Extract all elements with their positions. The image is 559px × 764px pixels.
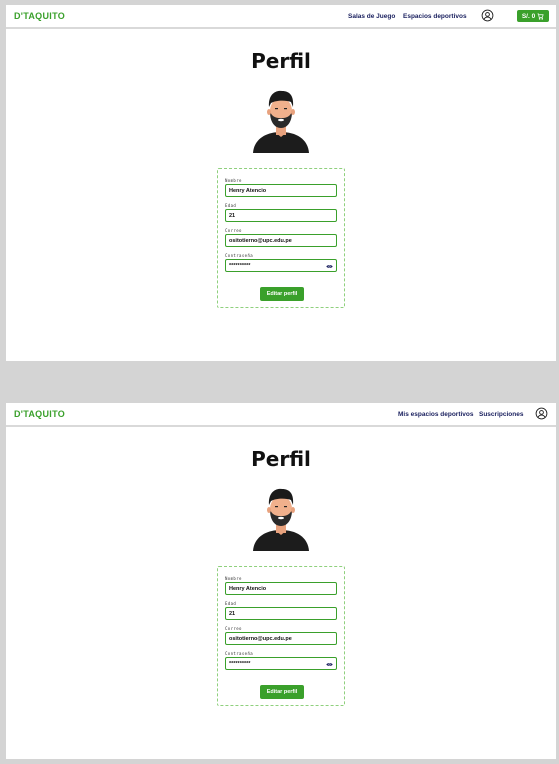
- profile-screen-owner: D'TAQUITO Mis espacios deportivos Suscri…: [6, 403, 556, 759]
- nav-link-suscripciones[interactable]: Suscripciones: [479, 411, 523, 418]
- email-label: Correo: [225, 228, 242, 233]
- logo[interactable]: D'TAQUITO: [14, 409, 65, 419]
- logo[interactable]: D'TAQUITO: [14, 11, 65, 21]
- email-value: ositotierno@upc.edu.pe: [229, 635, 292, 642]
- password-field[interactable]: **********: [225, 657, 337, 670]
- name-field[interactable]: Henry Atencio: [225, 582, 337, 595]
- edit-profile-button[interactable]: Editar perfil: [260, 685, 304, 699]
- age-label: Edad: [225, 601, 237, 606]
- email-field[interactable]: ositotierno@upc.edu.pe: [225, 632, 337, 645]
- name-label: Nombre: [225, 178, 242, 183]
- password-field[interactable]: **********: [225, 259, 337, 272]
- profile-form: Nombre Henry Atencio Edad 21 Correo osit…: [217, 566, 345, 706]
- navbar: D'TAQUITO Salas de Juego Espacios deport…: [6, 5, 556, 29]
- name-value: Henry Atencio: [229, 187, 267, 194]
- user-circle-icon[interactable]: [535, 407, 548, 420]
- age-value: 21: [229, 212, 236, 219]
- nav-link-mis-espacios-deportivos[interactable]: Mis espacios deportivos: [398, 411, 474, 418]
- bearded-man-avatar: [248, 87, 314, 153]
- cart-icon: [537, 13, 544, 20]
- age-label: Edad: [225, 203, 237, 208]
- name-value: Henry Atencio: [229, 585, 267, 592]
- nav-link-salas-de-juego[interactable]: Salas de Juego: [348, 13, 395, 20]
- navbar: D'TAQUITO Mis espacios deportivos Suscri…: [6, 403, 556, 427]
- cart-button[interactable]: S/. 0: [517, 10, 549, 22]
- profile-form: Nombre Henry Atencio Edad 21 Correo osit…: [217, 168, 345, 308]
- name-field[interactable]: Henry Atencio: [225, 184, 337, 197]
- password-value: **********: [229, 660, 251, 667]
- email-label: Correo: [225, 626, 242, 631]
- password-label: Contraseña: [225, 253, 254, 258]
- cart-total: S/. 0: [521, 12, 536, 20]
- eye-icon[interactable]: [326, 661, 333, 668]
- name-label: Nombre: [225, 576, 242, 581]
- profile-screen-user: D'TAQUITO Salas de Juego Espacios deport…: [6, 5, 556, 361]
- user-circle-icon[interactable]: [481, 9, 494, 22]
- age-field[interactable]: 21: [225, 209, 337, 222]
- page-title: Perfil: [251, 49, 311, 73]
- page-title: Perfil: [251, 447, 311, 471]
- nav-link-espacios-deportivos[interactable]: Espacios deportivos: [403, 13, 467, 20]
- password-value: **********: [229, 262, 251, 269]
- age-field[interactable]: 21: [225, 607, 337, 620]
- password-label: Contraseña: [225, 651, 254, 656]
- age-value: 21: [229, 610, 236, 617]
- email-value: ositotierno@upc.edu.pe: [229, 237, 292, 244]
- eye-icon[interactable]: [326, 263, 333, 270]
- bearded-man-avatar: [248, 485, 314, 551]
- email-field[interactable]: ositotierno@upc.edu.pe: [225, 234, 337, 247]
- edit-profile-button[interactable]: Editar perfil: [260, 287, 304, 301]
